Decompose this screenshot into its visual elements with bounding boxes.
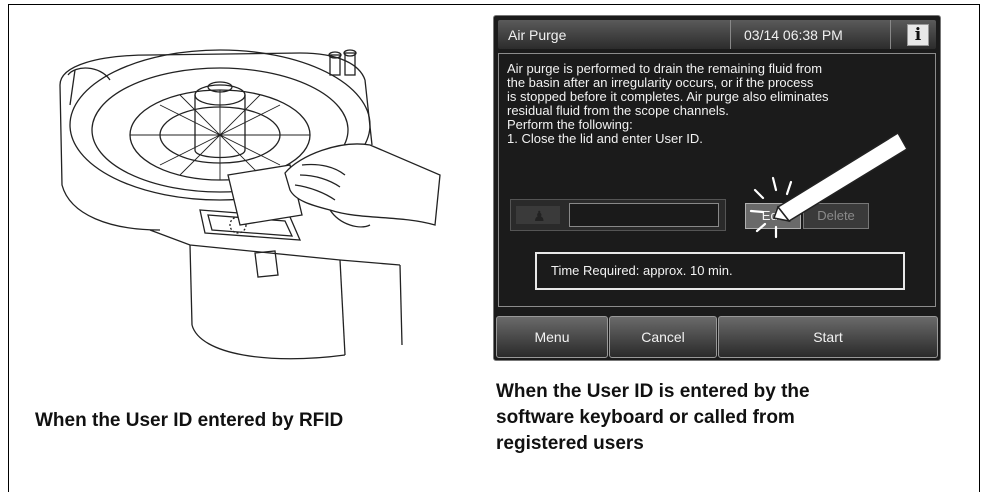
edit-button[interactable]: Edit: [745, 203, 801, 229]
title-divider: [890, 20, 891, 49]
message-line: residual fluid from the scope channels.: [507, 103, 729, 118]
caption-rfid: When the User ID entered by RFID: [35, 410, 344, 431]
title-bar: Air Purge 03/14 06:38 PM i: [498, 20, 936, 49]
bottom-bar: Menu Cancel Start: [496, 316, 938, 358]
cancel-button[interactable]: Cancel: [609, 316, 717, 358]
message-line: the basin after an irregularity occurs, …: [507, 75, 814, 90]
caption-line: software keyboard or called from: [496, 407, 795, 428]
rfid-illustration: [59, 49, 441, 360]
user-icon: ♟: [516, 206, 560, 224]
message-line: Air purge is performed to drain the rema…: [507, 61, 823, 76]
caption-line: registered users: [496, 433, 644, 454]
delete-button[interactable]: Delete: [803, 203, 869, 229]
air-purge-screen: Air Purge 03/14 06:38 PM i Air purge is …: [493, 15, 941, 361]
user-id-box: ♟: [510, 199, 726, 231]
user-id-field[interactable]: [569, 203, 719, 227]
message-text: Air purge is performed to drain the rema…: [507, 62, 932, 146]
screen-title: Air Purge: [508, 27, 567, 43]
message-line: Perform the following:: [507, 117, 633, 132]
caption-line: When the User ID is entered by the: [496, 381, 810, 402]
caption-keyboard: When the User ID is entered by the softw…: [496, 379, 936, 457]
message-line: 1. Close the lid and enter User ID.: [507, 131, 703, 146]
message-line: is stopped before it completes. Air purg…: [507, 89, 829, 104]
menu-button[interactable]: Menu: [496, 316, 608, 358]
datetime-display: 03/14 06:38 PM: [744, 27, 843, 43]
start-button[interactable]: Start: [718, 316, 938, 358]
message-panel: Air purge is performed to drain the rema…: [498, 53, 936, 307]
time-required-box: Time Required: approx. 10 min.: [535, 252, 905, 290]
info-icon[interactable]: i: [907, 24, 929, 46]
title-divider: [730, 20, 731, 49]
